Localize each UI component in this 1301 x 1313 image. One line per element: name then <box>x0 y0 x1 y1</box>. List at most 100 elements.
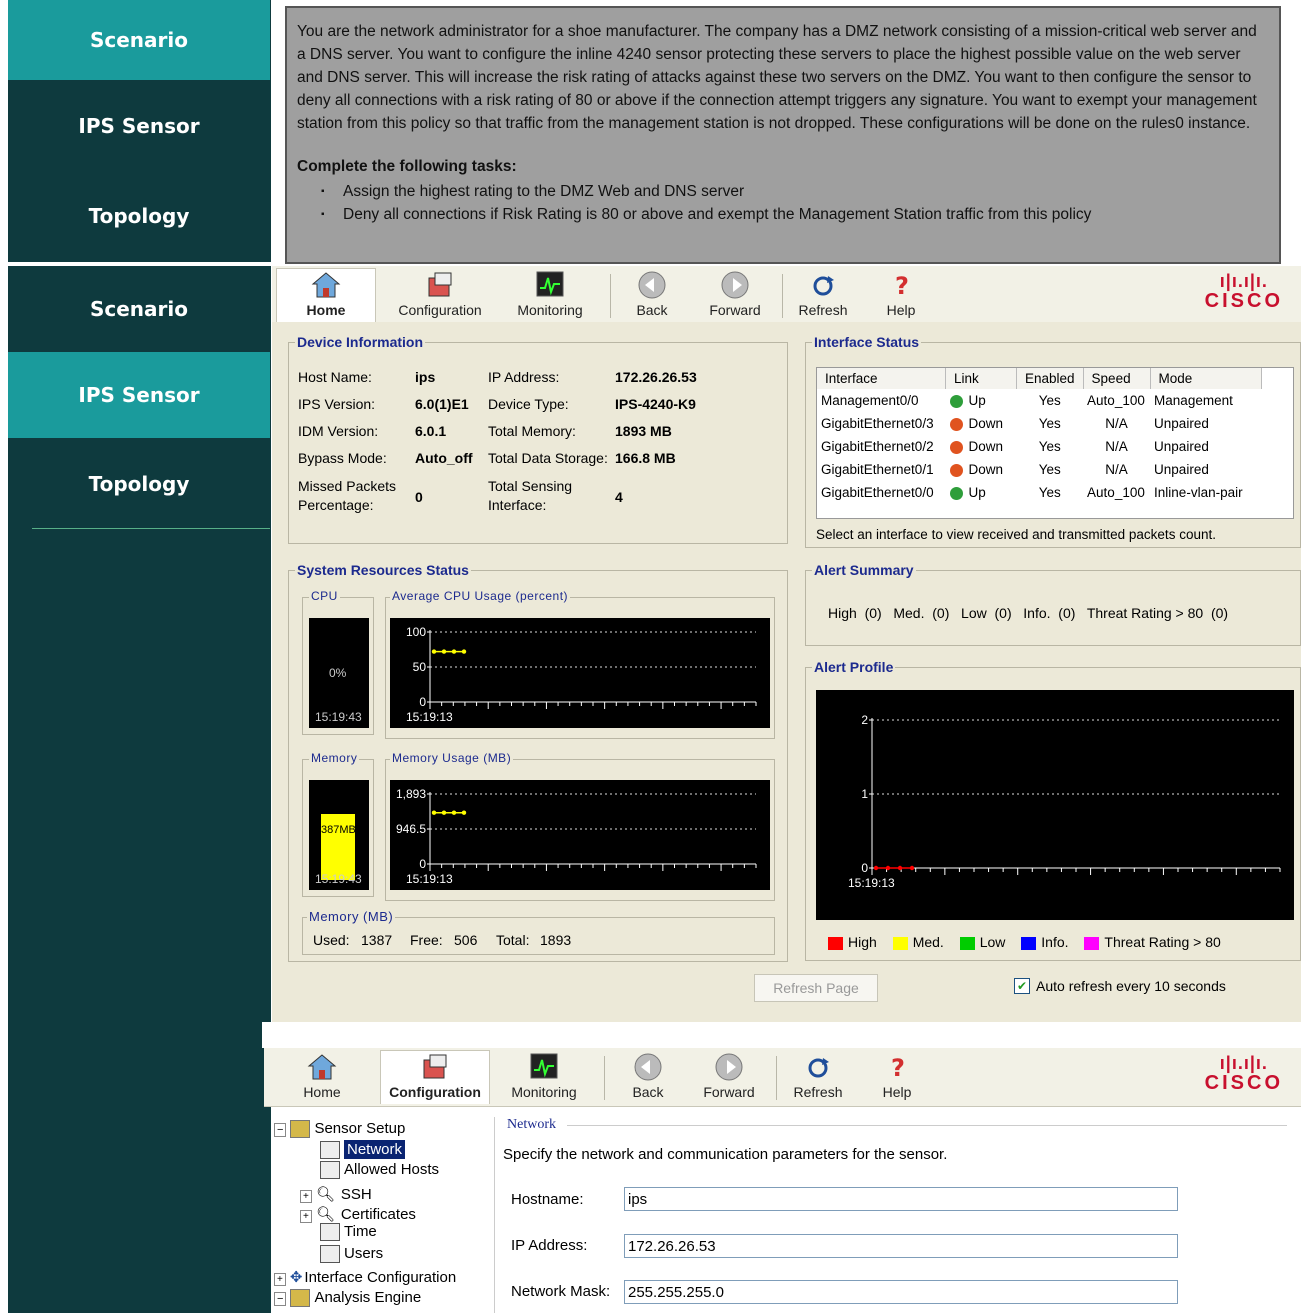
forward-button[interactable]: Forward <box>700 268 770 322</box>
link-up-icon <box>949 486 963 500</box>
total-storage-value: 166.8 MB <box>615 450 676 466</box>
expand-toggle-icon[interactable]: + <box>274 1273 286 1286</box>
enabled-cell: Yes <box>1038 393 1061 408</box>
cpu-group: CPU 0% 15:19:43 <box>302 589 374 735</box>
back-label: Back <box>636 302 668 318</box>
memory-mb-label: Memory (MB) <box>307 909 396 924</box>
y-tick-label: 946.5 <box>396 822 426 836</box>
tree-label: Sensor Setup <box>314 1120 406 1137</box>
refresh-button[interactable]: Refresh <box>786 1050 850 1104</box>
tree-allowed-hosts[interactable]: Allowed Hosts <box>320 1161 439 1180</box>
forward-arrow-icon <box>721 271 749 299</box>
column-header[interactable]: Enabled <box>1016 368 1084 389</box>
refresh-label: Refresh <box>798 302 848 318</box>
expand-toggle-icon[interactable]: + <box>300 1210 312 1223</box>
auto-refresh-option[interactable]: ✔ Auto refresh every 10 seconds <box>1014 978 1226 994</box>
configuration-label: Configuration <box>398 302 482 318</box>
collapse-toggle-icon[interactable]: − <box>274 1123 287 1137</box>
interface-row[interactable]: Management0/0 Up Yes Auto_100 Management <box>817 389 1261 412</box>
legend-item-low: Low <box>959 934 1005 950</box>
interface-status-group: Interface Status Interface Link Enabled … <box>805 334 1301 548</box>
collapse-toggle-icon[interactable]: − <box>274 1292 287 1306</box>
column-header[interactable]: Interface <box>817 368 946 389</box>
alert-summary-title: Alert Summary <box>812 562 916 578</box>
column-header[interactable]: Link <box>945 368 1017 389</box>
monitoring-button[interactable]: Monitoring <box>500 268 600 322</box>
interface-row[interactable]: GigabitEthernet0/0 Up Yes Auto_100 Inlin… <box>817 481 1261 504</box>
interface-row[interactable]: GigabitEthernet0/1 Down Yes N/A Unpaired <box>817 458 1261 481</box>
monitoring-button[interactable]: Monitoring <box>494 1050 594 1104</box>
help-button[interactable]: ? Help <box>876 268 926 322</box>
back-button[interactable]: Back <box>618 1050 678 1104</box>
configuration-icon <box>428 272 452 297</box>
network-mask-input[interactable] <box>624 1280 1178 1304</box>
memory-gauge: 387MB 15:19:43 <box>309 780 369 890</box>
forward-label: Forward <box>703 1084 755 1100</box>
tree-interface-configuration[interactable]: + ✥ Interface Configuration <box>274 1268 456 1286</box>
x-tick-label: 15:19:13 <box>848 876 895 890</box>
back-button[interactable]: Back <box>622 268 682 322</box>
forward-button[interactable]: Forward <box>694 1050 764 1104</box>
tree-label: Users <box>344 1245 384 1262</box>
memory-mb-group: Memory (MB) Used: 1387 Free: 506 Total: … <box>302 909 775 955</box>
home-label: Home <box>303 1084 341 1100</box>
data-point <box>873 865 879 871</box>
interface-status-title: Interface Status <box>812 334 922 350</box>
tree-ssh[interactable]: + 🔍︎ SSH <box>300 1185 372 1203</box>
network-title-rule <box>567 1125 1287 1126</box>
home-button[interactable]: Home <box>272 1050 372 1104</box>
nav-ips-sensor-button-2[interactable]: IPS Sensor <box>8 352 270 438</box>
configuration-button[interactable]: Configuration <box>380 1050 490 1104</box>
expand-toggle-icon[interactable]: + <box>300 1190 312 1203</box>
tree-sensor-setup[interactable]: − Sensor Setup <box>274 1120 406 1139</box>
network-form-area: Network Specify the network and communic… <box>495 1117 1301 1313</box>
tree-analysis-engine[interactable]: − Analysis Engine <box>274 1289 421 1308</box>
magnifier-icon: 🔍︎ <box>315 1186 335 1203</box>
memory-time: 15:19:43 <box>315 872 362 886</box>
system-resources-title: System Resources Status <box>295 562 471 578</box>
nav-divider <box>0 262 285 266</box>
column-header[interactable]: Speed <box>1083 368 1151 389</box>
nav-scenario-button[interactable]: Scenario <box>8 0 270 80</box>
memory-usage-chart: 1,893 946.5 015:19:13 <box>390 780 770 890</box>
mode-cell: Unpaired <box>1154 416 1209 431</box>
idm-version-label: IDM Version: <box>298 423 379 439</box>
tree-label: Certificates <box>340 1206 416 1223</box>
legend-label: Med. <box>912 934 944 950</box>
data-point <box>461 649 467 654</box>
link-status: Up <box>968 485 986 500</box>
interface-name: GigabitEthernet0/2 <box>821 439 934 454</box>
alert-profile-legend: High Med. Low Info. Threat Rating > 80 <box>828 934 1221 950</box>
tree-time[interactable]: Time <box>320 1223 377 1242</box>
tree-users[interactable]: Users <box>320 1245 384 1264</box>
legend-item-med: Med. <box>892 934 944 950</box>
configuration-button[interactable]: Configuration <box>390 268 490 322</box>
refresh-button[interactable]: Refresh <box>792 268 854 322</box>
legend-item-info: Info. <box>1021 934 1069 950</box>
nav-ips-sensor-button[interactable]: IPS Sensor <box>8 83 270 169</box>
tree-label: Network <box>344 1140 406 1159</box>
data-point <box>909 865 915 871</box>
refresh-page-button[interactable]: Refresh Page <box>754 974 878 1002</box>
nav-scenario-button-2[interactable]: Scenario <box>8 268 270 350</box>
interface-row[interactable]: GigabitEthernet0/3 Down Yes N/A Unpaired <box>817 412 1261 435</box>
sensing-interface-label: Total Sensing <box>488 478 573 494</box>
hostname-input[interactable] <box>624 1187 1178 1211</box>
column-header[interactable]: Mode <box>1150 368 1262 389</box>
link-status: Down <box>968 462 1004 477</box>
interface-row[interactable]: GigabitEthernet0/2 Down Yes N/A Unpaired <box>817 435 1261 458</box>
nav-topology-button[interactable]: Topology <box>8 172 270 260</box>
help-button[interactable]: ? Help <box>872 1050 922 1104</box>
tree-certificates[interactable]: + 🔍︎ Certificates <box>300 1205 416 1223</box>
tree-network[interactable]: Network <box>320 1140 406 1160</box>
ip-address-input[interactable] <box>624 1234 1178 1258</box>
avg-cpu-group: Average CPU Usage (percent) 100 50 0 15:19:… <box>385 589 775 739</box>
home-button[interactable]: Home <box>276 268 376 322</box>
main-toolbar: Home Configuration Monitoring Back Forwa… <box>272 266 1301 325</box>
memory-free-value: 506 <box>454 932 478 948</box>
auto-refresh-checkbox[interactable]: ✔ <box>1014 978 1030 994</box>
nav-topology-button-2[interactable]: Topology <box>8 440 270 528</box>
help-label: Help <box>886 302 916 318</box>
enabled-cell: Yes <box>1038 462 1061 477</box>
alert-profile-title: Alert Profile <box>812 659 896 675</box>
